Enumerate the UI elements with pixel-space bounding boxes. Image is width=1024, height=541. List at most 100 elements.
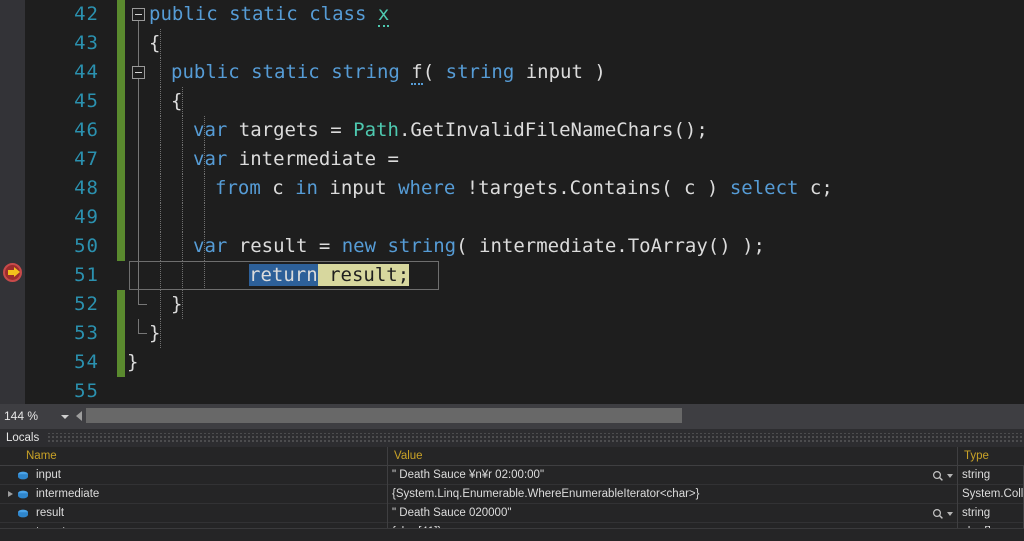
code-line[interactable]: 49 — [25, 203, 1024, 232]
column-header-value[interactable]: Value — [388, 446, 958, 466]
variable-value: " Death Sauce ¥n¥r 02:00:00" — [392, 468, 545, 481]
locals-panel-title: Locals — [6, 432, 40, 444]
expander-icon[interactable] — [4, 485, 16, 504]
locals-value-cell[interactable]: " Death Sauce 020000" — [388, 503, 958, 523]
variable-value: " Death Sauce 020000" — [392, 506, 512, 519]
code-line[interactable]: 45 { — [25, 87, 1024, 116]
visual-studio-debugger-window: 42 public static class x 43 {44 public … — [0, 0, 1024, 541]
outlining-column[interactable] — [129, 319, 149, 348]
table-row[interactable]: input " Death Sauce ¥n¥r 02:00:00" strin… — [0, 465, 1024, 485]
local-variable-icon — [16, 466, 30, 485]
collapse-minus-icon[interactable] — [132, 66, 145, 79]
outlining-column[interactable] — [129, 232, 149, 261]
column-header-name[interactable]: Name — [0, 446, 388, 466]
identifier-input: input — [317, 177, 399, 199]
locals-type-cell: string — [958, 465, 1024, 485]
line-number: 50 — [74, 235, 99, 257]
table-row[interactable]: intermediate {System.Linq.Enumerable.Whe… — [0, 484, 1024, 504]
string-visualizer-icon[interactable] — [931, 504, 957, 523]
outlining-column[interactable] — [129, 58, 149, 87]
outline-vline — [138, 261, 139, 290]
brace: } — [127, 351, 139, 373]
expander-icon[interactable] — [4, 466, 16, 485]
breakpoint-current-statement-icon[interactable] — [3, 263, 22, 282]
outlining-column[interactable] — [129, 29, 149, 58]
code-line[interactable]: 44 public static string f( string input … — [25, 58, 1024, 87]
outlining-column[interactable] — [129, 261, 149, 290]
collapse-minus-icon[interactable] — [132, 8, 145, 21]
outline-vline — [138, 290, 139, 305]
locals-name-cell[interactable]: result — [0, 503, 388, 523]
outlining-column[interactable] — [129, 290, 149, 319]
string-visualizer-icon[interactable] — [931, 466, 957, 485]
change-bar — [117, 145, 125, 174]
code-line[interactable]: 43 { — [25, 29, 1024, 58]
brace: { — [149, 32, 161, 54]
locals-value-cell[interactable]: " Death Sauce ¥n¥r 02:00:00" — [388, 465, 958, 485]
code-line[interactable]: 52 } — [25, 290, 1024, 319]
indent-guides — [149, 203, 1024, 232]
outline-hline — [138, 304, 147, 305]
change-bar — [117, 261, 125, 290]
code-line[interactable]: 53 } — [25, 319, 1024, 348]
outlining-column[interactable] — [129, 174, 149, 203]
code-line-current-statement[interactable]: 51 return result; — [25, 261, 1024, 290]
chevron-down-icon[interactable] — [58, 404, 72, 428]
code-line[interactable]: 47 var intermediate = — [25, 145, 1024, 174]
identifier-targets: targets = — [227, 119, 354, 141]
outline-vline — [138, 116, 139, 145]
keyword-public: public — [149, 3, 218, 25]
paren-close: ) — [582, 61, 606, 83]
code-line[interactable]: 50 var result = new string( intermediate… — [25, 232, 1024, 261]
zoom-level-display[interactable]: 144 % — [0, 404, 58, 428]
line-number: 49 — [74, 206, 99, 228]
scroll-left-arrow-icon[interactable] — [72, 404, 86, 428]
selected-keyword-return[interactable]: return — [249, 264, 318, 286]
paren-open: ( — [422, 61, 446, 83]
editor-horizontal-scrollbar-row[interactable]: 144 % — [0, 404, 1024, 428]
keyword-from: from — [215, 177, 261, 199]
brace: } — [171, 293, 183, 315]
outlining-column[interactable] — [129, 145, 149, 174]
code-line[interactable]: 55 — [25, 377, 1024, 404]
outlining-column[interactable] — [129, 203, 149, 232]
code-text: } — [127, 348, 138, 377]
locals-name-cell[interactable]: input — [0, 465, 388, 485]
code-line[interactable]: 46 var targets = Path.GetInvalidFileName… — [25, 116, 1024, 145]
current-statement-highlight[interactable]: result; — [317, 264, 410, 286]
line-number: 54 — [74, 351, 99, 373]
code-lines-container[interactable]: 42 public static class x 43 {44 public … — [25, 0, 1024, 404]
horizontal-scroll-thumb[interactable] — [86, 408, 682, 423]
outlining-column[interactable] — [129, 116, 149, 145]
chevron-down-icon[interactable] — [947, 511, 953, 516]
indent-guides — [149, 319, 1024, 348]
outlining-column[interactable] — [129, 0, 149, 29]
expander-icon[interactable] — [4, 504, 16, 523]
column-header-type[interactable]: Type — [958, 447, 1024, 466]
local-variable-icon — [16, 485, 30, 504]
code-line[interactable]: 48 from c in input where !targets.Contai… — [25, 174, 1024, 203]
locals-value-cell[interactable]: {System.Linq.Enumerable.WhereEnumerableI… — [388, 484, 958, 504]
code-line[interactable]: 42 public static class x — [25, 0, 1024, 29]
keyword-var: var — [193, 119, 228, 141]
member-call: .GetInvalidFileNameChars(); — [398, 119, 708, 141]
locals-name-cell[interactable]: intermediate — [0, 484, 388, 504]
code-editor[interactable]: 42 public static class x 43 {44 public … — [0, 0, 1024, 404]
code-text: from c in input where !targets.Contains(… — [215, 174, 833, 203]
change-bar — [117, 377, 125, 404]
horizontal-scroll-track[interactable] — [86, 404, 1024, 428]
panel-drag-handle[interactable] — [47, 432, 1024, 444]
keyword-var: var — [193, 235, 228, 257]
table-row[interactable]: result " Death Sauce 020000" string — [0, 503, 1024, 523]
chevron-down-icon[interactable] — [947, 473, 953, 478]
code-line[interactable]: 54 } — [25, 348, 1024, 377]
outline-vline — [138, 232, 139, 261]
line-number: 51 — [74, 264, 99, 286]
select-tail: c; — [798, 177, 833, 199]
outlining-column[interactable] — [129, 87, 149, 116]
type-name-x: x — [377, 3, 390, 27]
locals-title-bar[interactable]: Locals — [0, 429, 1024, 447]
type-path: Path — [353, 119, 399, 141]
change-bar — [117, 290, 125, 319]
breakpoint-margin[interactable] — [0, 0, 25, 404]
